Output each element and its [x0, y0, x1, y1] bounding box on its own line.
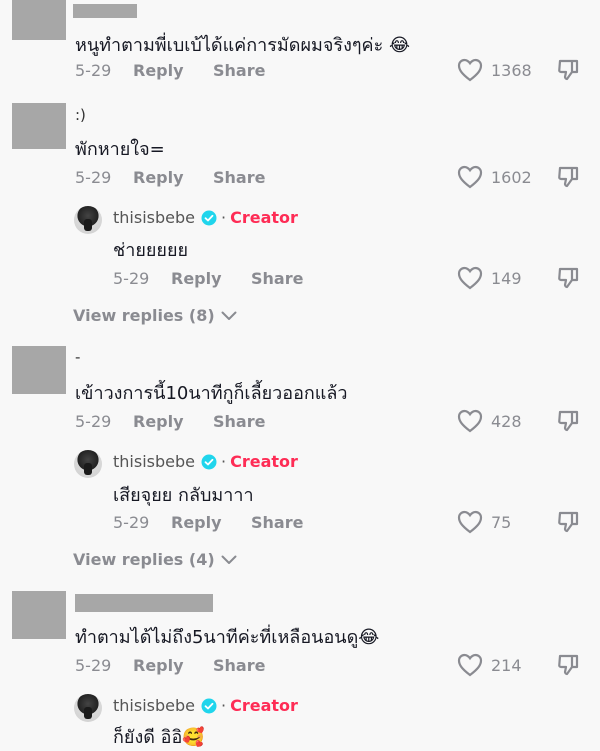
chevron-down-icon — [221, 555, 237, 564]
creator-header: thisisbebe · Creator — [113, 452, 298, 471]
view-replies-label: View replies (8) — [73, 306, 215, 325]
avatar[interactable] — [12, 0, 66, 40]
like-count: 1602 — [491, 167, 532, 187]
view-replies-button[interactable]: View replies (8) — [73, 306, 237, 325]
comment-date: 5-29 — [75, 656, 112, 675]
verified-badge-icon — [201, 210, 217, 226]
heart-outline-icon — [457, 266, 483, 290]
comment-text: หนูทำตามพี่เบเบ้ได้แค่การมัดผมจริงๆค่ะ 😂 — [75, 35, 410, 56]
like-button[interactable]: 1602 — [457, 165, 532, 189]
reply-text: ก็ยังดี อิอิ🥰 — [113, 727, 205, 748]
reply-date: 5-29 — [113, 269, 150, 288]
like-count: 428 — [491, 411, 522, 431]
comment-text: พักหายใจ= — [75, 139, 165, 160]
avatar[interactable] — [12, 346, 66, 394]
share-button[interactable]: Share — [213, 168, 265, 187]
creator-header: thisisbebe · Creator — [113, 208, 298, 227]
dislike-icon[interactable] — [556, 58, 580, 82]
dislike-icon[interactable] — [556, 165, 580, 189]
separator-dot: · — [220, 208, 227, 227]
like-count: 214 — [491, 655, 522, 675]
heart-outline-icon — [457, 165, 483, 189]
avatar[interactable] — [12, 103, 66, 149]
view-replies-label: View replies (4) — [73, 550, 215, 569]
creator-username[interactable]: thisisbebe — [113, 452, 195, 471]
like-count: 1368 — [491, 60, 532, 80]
comment-meta: 5-29 Reply Share — [75, 61, 265, 80]
comment-text: ทำตามได้ไม่ถึง5นาทีค่ะที่เหลือนอนดู😂 — [75, 627, 380, 648]
dislike-icon[interactable] — [556, 409, 580, 433]
heart-outline-icon — [457, 653, 483, 677]
share-button[interactable]: Share — [251, 269, 303, 288]
reply-text: เสียจุยย กลับมาาา — [113, 485, 254, 506]
creator-header: thisisbebe · Creator — [113, 696, 298, 715]
reply-button[interactable]: Reply — [133, 656, 213, 675]
reply-meta: 5-29 Reply Share — [113, 513, 303, 532]
reply-text: ช่ายยยยย — [113, 240, 189, 261]
creator-username[interactable]: thisisbebe — [113, 208, 195, 227]
reply-button[interactable]: Reply — [171, 513, 251, 532]
username-redacted[interactable] — [73, 4, 137, 18]
dislike-icon[interactable] — [556, 266, 580, 290]
creator-badge: Creator — [230, 696, 298, 715]
creator-avatar[interactable] — [74, 206, 102, 234]
share-button[interactable]: Share — [213, 61, 265, 80]
reply-date: 5-29 — [113, 513, 150, 532]
heart-outline-icon — [457, 510, 483, 534]
comment-meta: 5-29 Reply Share — [75, 656, 265, 675]
reply-meta: 5-29 Reply Share — [113, 269, 303, 288]
verified-badge-icon — [201, 454, 217, 470]
share-button[interactable]: Share — [213, 412, 265, 431]
reply-button[interactable]: Reply — [133, 61, 213, 80]
reply-button[interactable]: Reply — [133, 168, 213, 187]
creator-username[interactable]: thisisbebe — [113, 696, 195, 715]
avatar[interactable] — [12, 591, 66, 639]
username[interactable]: - — [75, 348, 80, 366]
separator-dot: · — [220, 452, 227, 471]
creator-avatar[interactable] — [74, 694, 102, 722]
like-button[interactable]: 1368 — [457, 58, 532, 82]
comment-date: 5-29 — [75, 61, 112, 80]
creator-badge: Creator — [230, 208, 298, 227]
heart-outline-icon — [457, 409, 483, 433]
reply-button[interactable]: Reply — [133, 412, 213, 431]
like-button[interactable]: 149 — [457, 266, 522, 290]
share-button[interactable]: Share — [213, 656, 265, 675]
comment-date: 5-29 — [75, 412, 112, 431]
creator-badge: Creator — [230, 452, 298, 471]
separator-dot: · — [220, 696, 227, 715]
username[interactable]: :) — [75, 106, 86, 124]
like-button[interactable]: 214 — [457, 653, 522, 677]
comment-text: เข้าวงการนี้10นาทีกูก็เลี้ยวออกแล้ว — [75, 383, 348, 404]
comment-meta: 5-29 Reply Share — [75, 412, 265, 431]
like-button[interactable]: 75 — [457, 510, 511, 534]
heart-outline-icon — [457, 58, 483, 82]
verified-badge-icon — [201, 698, 217, 714]
dislike-icon[interactable] — [556, 510, 580, 534]
chevron-down-icon — [221, 311, 237, 320]
view-replies-button[interactable]: View replies (4) — [73, 550, 237, 569]
like-count: 75 — [491, 512, 512, 532]
comment-meta: 5-29 Reply Share — [75, 168, 265, 187]
share-button[interactable]: Share — [251, 513, 303, 532]
comment-date: 5-29 — [75, 168, 112, 187]
like-count: 149 — [491, 268, 522, 288]
creator-avatar[interactable] — [74, 450, 102, 478]
like-button[interactable]: 428 — [457, 409, 522, 433]
username-redacted[interactable] — [75, 594, 213, 612]
dislike-icon[interactable] — [556, 653, 580, 677]
reply-button[interactable]: Reply — [171, 269, 251, 288]
